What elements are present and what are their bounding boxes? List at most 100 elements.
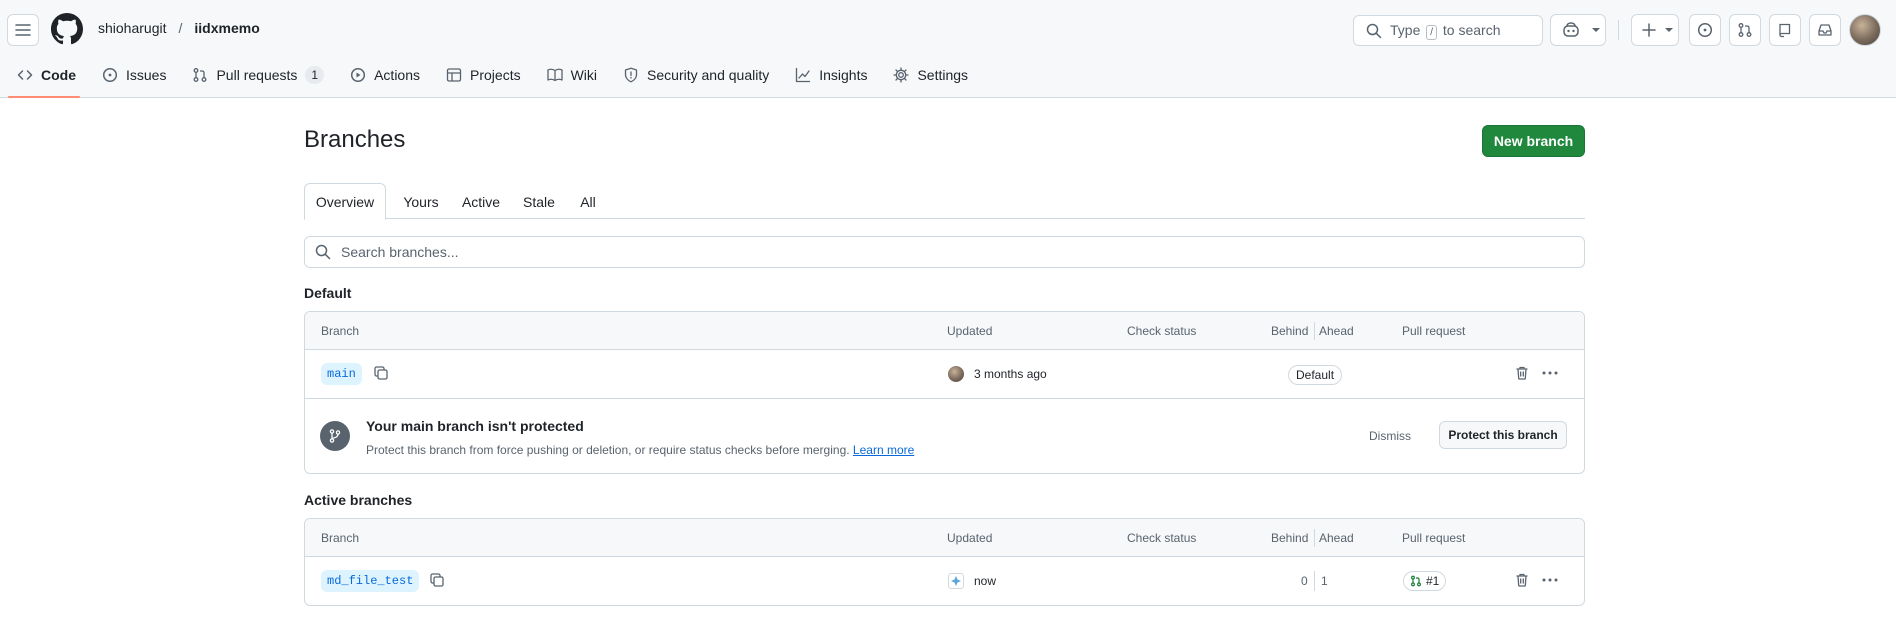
tab-actions[interactable]: Actions (341, 60, 429, 90)
protect-branch-button[interactable]: Protect this branch (1439, 421, 1567, 449)
inbox-icon (1817, 22, 1833, 38)
column-pull-request: Pull request (1402, 324, 1466, 338)
tab-label: Issues (126, 67, 167, 83)
tab-label: Projects (470, 67, 521, 83)
default-branch-table: Branch Updated Check status Behind Ahead… (304, 311, 1585, 474)
tab-stale[interactable]: Stale (514, 183, 564, 220)
trash-icon[interactable] (1514, 365, 1530, 381)
column-ahead: Ahead (1319, 324, 1354, 338)
column-divider (1314, 529, 1315, 547)
tab-projects[interactable]: Projects (437, 60, 530, 90)
trash-icon[interactable] (1514, 572, 1530, 588)
section-title-default: Default (304, 285, 352, 301)
repo-icon (1777, 22, 1793, 38)
graph-icon (795, 67, 811, 83)
repo-owner-link[interactable]: shioharugit (98, 20, 167, 36)
breadcrumb: shioharugit / iidxmemo (98, 20, 260, 36)
pull-request-number: #1 (1426, 574, 1440, 588)
copy-icon[interactable] (373, 365, 389, 381)
code-icon (17, 67, 33, 83)
pull-requests-button[interactable] (1729, 14, 1761, 46)
tab-wiki[interactable]: Wiki (538, 60, 606, 90)
branch-search-input[interactable]: Search branches... (304, 236, 1585, 268)
tab-settings[interactable]: Settings (884, 60, 977, 90)
column-check-status: Check status (1127, 324, 1197, 338)
column-check-status: Check status (1127, 531, 1197, 545)
book-icon (546, 67, 563, 83)
branch-filter-tabs: Overview Yours Active Stale All (304, 183, 1585, 220)
column-ahead: Ahead (1319, 531, 1354, 545)
tab-issues[interactable]: Issues (93, 60, 175, 90)
author-avatar[interactable] (948, 366, 964, 382)
more-options-icon[interactable] (1541, 572, 1559, 588)
ahead-behind-divider (1314, 571, 1315, 591)
repo-nav: Code Issues Pull requests 1 Actions Proj… (8, 60, 985, 98)
more-options-icon[interactable] (1541, 365, 1559, 381)
column-pull-request: Pull request (1402, 531, 1466, 545)
pull-request-badge[interactable]: #1 (1403, 571, 1447, 591)
branch-name-link[interactable]: md_file_test (321, 570, 420, 592)
pull-request-icon (1410, 575, 1422, 587)
table-row: md_file_test now 0 1 #1 (305, 557, 1584, 605)
inbox-button[interactable] (1809, 14, 1841, 46)
issues-button[interactable] (1689, 14, 1721, 46)
search-placeholder: Search branches... (341, 244, 459, 260)
global-search-button[interactable]: Type / to search (1353, 15, 1543, 46)
tab-pull-requests[interactable]: Pull requests 1 (183, 60, 333, 90)
tab-label: Wiki (570, 67, 598, 83)
column-branch: Branch (321, 531, 360, 545)
hamburger-icon (15, 22, 31, 38)
repo-name-link[interactable]: iidxmemo (194, 20, 259, 36)
create-new-button[interactable] (1631, 14, 1679, 46)
tab-overview[interactable]: Overview (304, 183, 386, 220)
tab-label: Actions (374, 67, 421, 83)
issue-icon (1697, 22, 1713, 38)
column-divider (1314, 322, 1315, 340)
learn-more-link[interactable]: Learn more (853, 443, 914, 457)
repositories-button[interactable] (1769, 14, 1801, 46)
table-header: Branch Updated Check status Behind Ahead… (305, 519, 1584, 557)
banner-title: Your main branch isn't protected (366, 418, 584, 434)
search-hint-prefix: Type (1390, 21, 1421, 38)
section-title-active: Active branches (304, 492, 413, 508)
user-avatar[interactable] (1849, 14, 1881, 46)
tab-security[interactable]: Security and quality (614, 60, 778, 90)
play-icon (350, 67, 366, 83)
updated-time: now (974, 574, 997, 588)
dismiss-button[interactable]: Dismiss (1369, 429, 1411, 443)
tab-label: Security and quality (647, 67, 770, 83)
page-title: Branches (304, 126, 406, 153)
bot-avatar[interactable] (948, 573, 964, 589)
column-behind: Behind (1271, 324, 1309, 338)
new-branch-button[interactable]: New branch (1482, 125, 1585, 157)
column-branch: Branch (321, 324, 360, 338)
search-hint: Type / to search (1390, 22, 1501, 40)
tab-label: Pull requests (216, 67, 298, 83)
behind-count: 0 (1301, 574, 1308, 588)
git-branch-icon (320, 421, 350, 451)
tab-insights[interactable]: Insights (786, 60, 876, 90)
column-updated: Updated (947, 531, 993, 545)
chevron-down-icon[interactable] (1591, 25, 1601, 35)
tab-yours[interactable]: Yours (394, 183, 448, 220)
search-icon (1366, 23, 1382, 39)
active-tab-underline (8, 96, 80, 98)
search-shortcut-key: / (1426, 24, 1438, 40)
default-badge: Default (1288, 365, 1343, 385)
menu-button[interactable] (7, 14, 39, 46)
search-hint-suffix: to search (1442, 21, 1501, 38)
tab-active[interactable]: Active (453, 183, 509, 220)
banner-description: Protect this branch from force pushing o… (366, 443, 914, 457)
tab-label: Settings (917, 67, 969, 83)
active-branch-table: Branch Updated Check status Behind Ahead… (304, 518, 1585, 606)
copilot-button[interactable] (1550, 14, 1606, 46)
tab-all[interactable]: All (570, 183, 606, 220)
banner-description-text: Protect this branch from force pushing o… (366, 443, 850, 457)
tab-label: Code (41, 67, 76, 83)
branch-name-link[interactable]: main (321, 363, 362, 385)
copy-icon[interactable] (429, 572, 445, 588)
updated-time: 3 months ago (974, 367, 1047, 381)
tab-code[interactable]: Code (8, 60, 85, 90)
table-header: Branch Updated Check status Behind Ahead… (305, 312, 1584, 350)
github-logo-icon[interactable] (51, 13, 83, 45)
